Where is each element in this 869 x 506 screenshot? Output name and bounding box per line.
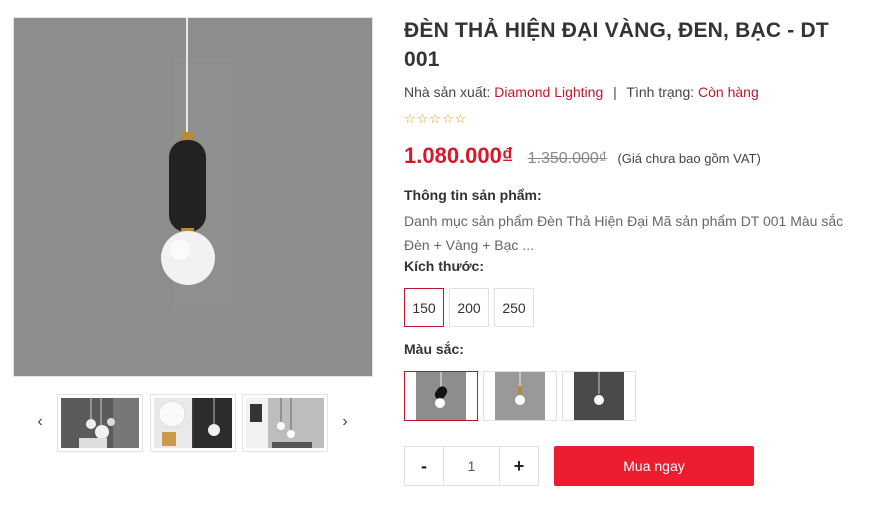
- old-price: 1.350.000₫: [527, 150, 608, 167]
- size-option-150[interactable]: 150: [404, 288, 444, 327]
- thumbnail-1[interactable]: [57, 394, 143, 452]
- manufacturer-link[interactable]: Diamond Lighting: [494, 84, 603, 100]
- size-label: Kích thước:: [404, 258, 484, 274]
- manufacturer-label: Nhà sản xuất:: [404, 84, 491, 100]
- quantity-increase-button[interactable]: +: [500, 447, 538, 485]
- color-option-black-gold[interactable]: [404, 371, 478, 421]
- product-info-text: Danh mục sản phẩm Đèn Thả Hiện Đại Mã sả…: [404, 213, 844, 253]
- product-title: ĐÈN THẢ HIỆN ĐẠI VÀNG, ĐEN, BẠC - DT 001: [404, 19, 829, 71]
- meta-separator: |: [613, 84, 617, 100]
- rating-stars-icon[interactable]: ☆☆☆☆☆: [404, 111, 467, 127]
- quantity-input[interactable]: 1: [443, 447, 500, 485]
- vat-note: (Giá chưa bao gồm VAT): [617, 151, 761, 166]
- product-meta: Nhà sản xuất: Diamond Lighting | Tình tr…: [404, 84, 759, 100]
- color-option-dark[interactable]: [562, 371, 636, 421]
- thumbnail-2[interactable]: [150, 394, 236, 452]
- thumbnail-3[interactable]: [242, 394, 328, 452]
- quantity-decrease-button[interactable]: -: [405, 447, 443, 485]
- buy-now-button[interactable]: Mua ngay: [554, 446, 754, 486]
- status-label: Tình trạng:: [626, 84, 695, 100]
- size-option-250[interactable]: 250: [494, 288, 534, 327]
- product-info-label: Thông tin sản phẩm:: [404, 187, 542, 203]
- main-product-image[interactable]: [13, 17, 373, 377]
- quantity-stepper: - 1 +: [404, 446, 539, 486]
- current-price: 1.080.000₫: [404, 143, 514, 168]
- status-value: Còn hàng: [698, 84, 759, 100]
- thumbnail-prev-icon[interactable]: ‹: [32, 412, 48, 432]
- color-option-silver[interactable]: [483, 371, 557, 421]
- size-option-200[interactable]: 200: [449, 288, 489, 327]
- thumbnail-next-icon[interactable]: ›: [337, 412, 353, 432]
- price-row: 1.080.000₫ 1.350.000₫ (Giá chưa bao gồm …: [404, 143, 761, 169]
- color-label: Màu sắc:: [404, 341, 464, 357]
